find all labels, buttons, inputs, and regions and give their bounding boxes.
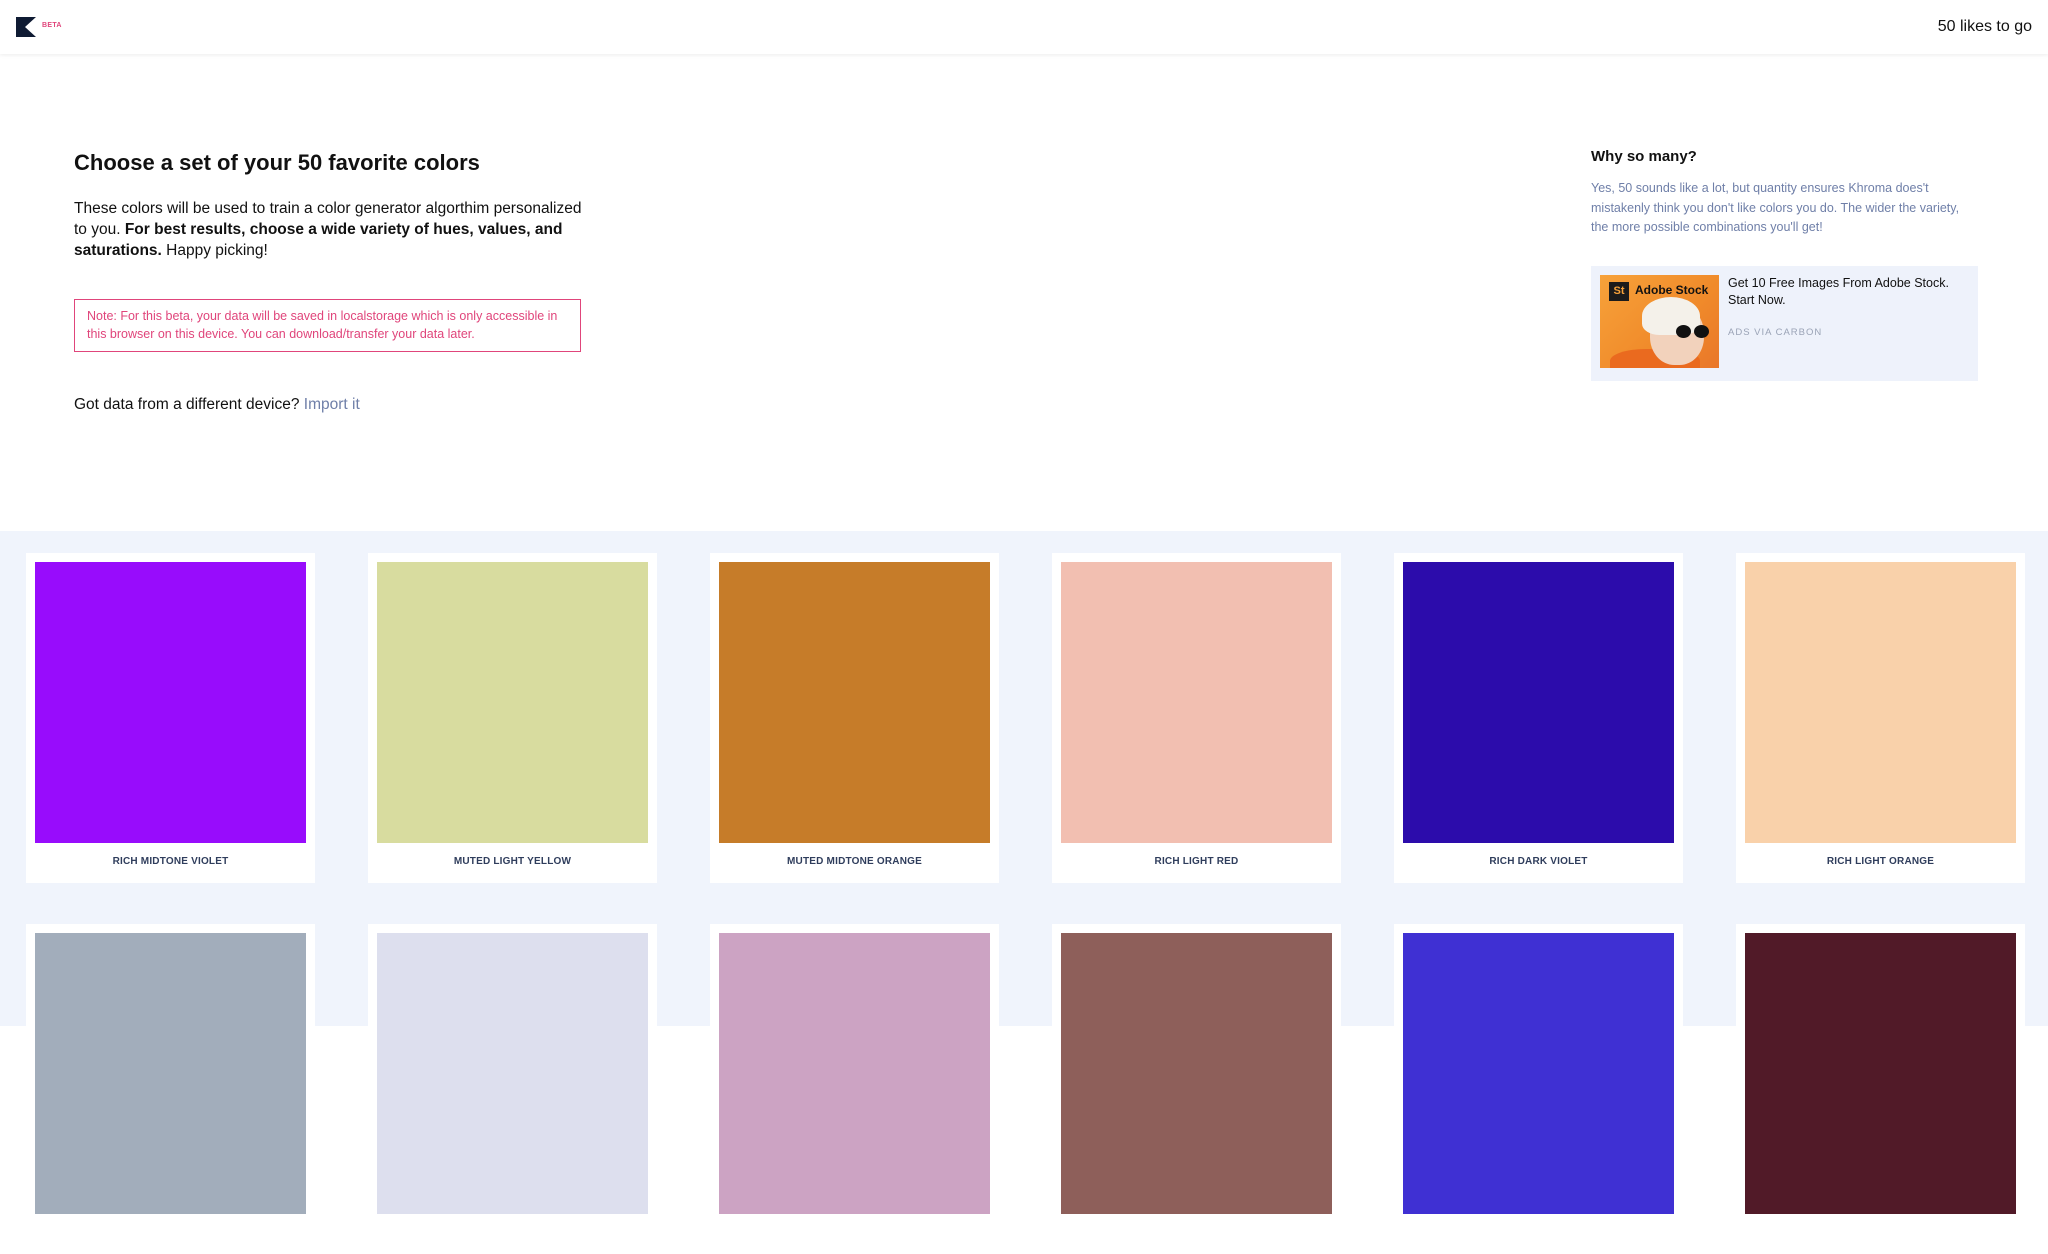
ad-image[interactable]: St Adobe Stock	[1600, 274, 1719, 368]
intro-description: These colors will be used to train a col…	[74, 198, 594, 261]
color-swatch[interactable]	[1403, 933, 1674, 1214]
color-card[interactable]: RICH LIGHT RED	[1052, 553, 1341, 883]
adobe-stock-icon: St	[1609, 281, 1629, 301]
color-swatch[interactable]	[1061, 933, 1332, 1214]
intro-section: Choose a set of your 50 favorite colors …	[74, 150, 594, 414]
why-title: Why so many?	[1591, 148, 1697, 165]
color-card[interactable]	[1052, 924, 1341, 1254]
import-link[interactable]: Import it	[304, 396, 360, 413]
ad-hair	[1642, 296, 1700, 335]
top-bar: BETA 50 likes to go	[0, 0, 2048, 54]
color-swatch[interactable]	[719, 933, 990, 1214]
color-card[interactable]	[1394, 924, 1683, 1254]
logo[interactable]: BETA	[16, 17, 62, 37]
color-card[interactable]	[710, 924, 999, 1254]
color-card[interactable]	[26, 924, 315, 1254]
color-label: RICH MIDTONE VIOLET	[112, 856, 229, 867]
color-swatch[interactable]	[1061, 562, 1332, 843]
ad-image-brand: Adobe Stock	[1635, 282, 1709, 297]
color-label: RICH LIGHT RED	[1154, 856, 1239, 867]
color-swatch[interactable]	[1745, 562, 2016, 843]
color-card[interactable]: RICH LIGHT ORANGE	[1736, 553, 2025, 883]
desc-tail: Happy picking!	[166, 242, 268, 259]
ad-via-label: ADS VIA CARBON	[1728, 326, 1823, 338]
color-card[interactable]	[1736, 924, 2025, 1254]
likes-counter: 50 likes to go	[1937, 18, 2032, 35]
beta-note: Note: For this beta, your data will be s…	[74, 299, 581, 352]
color-card[interactable]: MUTED MIDTONE ORANGE	[710, 553, 999, 883]
ad-text: Get 10 Free Images From Adobe Stock. Sta…	[1728, 275, 1969, 372]
color-grid: RICH MIDTONE VIOLET MUTED LIGHT YELLOW M…	[0, 531, 2048, 1254]
desc-bold: For best results, choose a wide variety …	[74, 221, 563, 259]
import-prompt: Got data from a different device?	[74, 396, 300, 413]
color-swatch[interactable]	[35, 933, 306, 1214]
color-swatch[interactable]	[35, 562, 306, 843]
color-card[interactable]: MUTED LIGHT YELLOW	[368, 553, 657, 883]
khroma-logo-icon	[16, 17, 36, 37]
color-swatch[interactable]	[1403, 562, 1674, 843]
color-card[interactable]: RICH MIDTONE VIOLET	[26, 553, 315, 883]
color-swatch[interactable]	[377, 933, 648, 1214]
color-card[interactable]	[368, 924, 657, 1254]
page-title: Choose a set of your 50 favorite colors	[74, 150, 480, 175]
why-body: Yes, 50 sounds like a lot, but quantity …	[1591, 181, 1960, 234]
color-label: MUTED LIGHT YELLOW	[453, 856, 572, 867]
color-swatch[interactable]	[377, 562, 648, 843]
color-label: RICH DARK VIOLET	[1489, 856, 1588, 867]
carbon-ad: St Adobe Stock Get 10 Free Images From A…	[1591, 265, 1978, 381]
import-row: Got data from a different device? Import…	[74, 396, 594, 414]
why-so-many-panel: Why so many? Yes, 50 sounds like a lot, …	[1591, 148, 1979, 381]
ad-sunglasses-left	[1676, 324, 1691, 338]
color-card[interactable]: RICH DARK VIOLET	[1394, 553, 1683, 883]
ad-sunglasses-right	[1694, 324, 1709, 338]
color-label: MUTED MIDTONE ORANGE	[787, 856, 922, 867]
color-swatch[interactable]	[1745, 933, 2016, 1214]
ad-title-link[interactable]: Get 10 Free Images From Adobe Stock. Sta…	[1728, 275, 1969, 309]
color-label: RICH LIGHT ORANGE	[1826, 856, 1935, 867]
color-swatch[interactable]	[719, 562, 990, 843]
beta-badge: BETA	[42, 22, 62, 29]
